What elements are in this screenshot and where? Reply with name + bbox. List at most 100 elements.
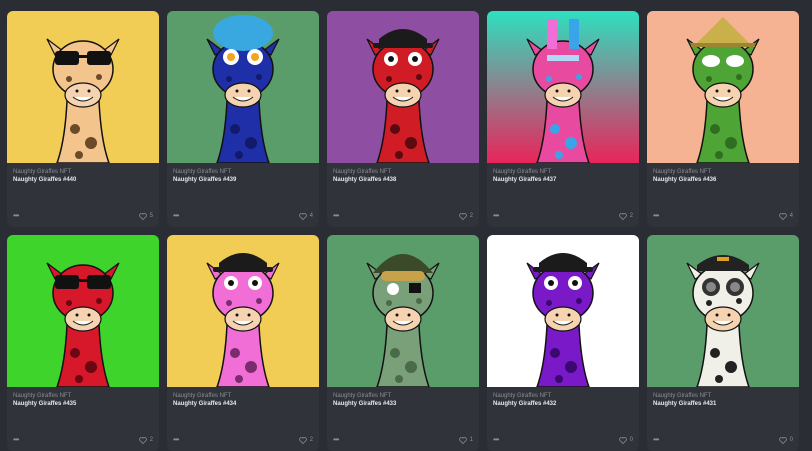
more-options-icon[interactable]: ••• xyxy=(173,212,179,220)
nft-card[interactable]: Naughty Giraffes NFT Naughty Giraffes #4… xyxy=(7,11,159,227)
favorite-button[interactable]: 4 xyxy=(778,212,793,220)
nft-name[interactable]: Naughty Giraffes #433 xyxy=(333,400,473,409)
more-options-icon[interactable]: ••• xyxy=(493,436,499,444)
favorite-count: 2 xyxy=(309,437,313,443)
heart-icon xyxy=(618,436,627,444)
favorite-button[interactable]: 0 xyxy=(618,436,633,444)
nft-image[interactable] xyxy=(327,11,479,163)
nft-meta: Naughty Giraffes NFT Naughty Giraffes #4… xyxy=(487,387,639,414)
card-footer: ••• 2 xyxy=(173,435,313,445)
favorite-count: 5 xyxy=(149,213,153,219)
favorite-button[interactable]: 5 xyxy=(138,212,153,220)
more-options-icon[interactable]: ••• xyxy=(333,436,339,444)
nft-meta: Naughty Giraffes NFT Naughty Giraffes #4… xyxy=(647,163,799,190)
nft-image[interactable] xyxy=(647,11,799,163)
card-footer: ••• 2 xyxy=(333,211,473,221)
more-options-icon[interactable]: ••• xyxy=(653,212,659,220)
nft-image[interactable] xyxy=(7,11,159,163)
heart-icon xyxy=(138,436,147,444)
nft-card[interactable]: Naughty Giraffes NFT Naughty Giraffes #4… xyxy=(647,11,799,227)
heart-icon xyxy=(138,212,147,220)
nft-meta: Naughty Giraffes NFT Naughty Giraffes #4… xyxy=(7,387,159,414)
nft-meta: Naughty Giraffes NFT Naughty Giraffes #4… xyxy=(487,163,639,190)
card-footer: ••• 0 xyxy=(653,435,793,445)
heart-icon xyxy=(298,436,307,444)
nft-meta: Naughty Giraffes NFT Naughty Giraffes #4… xyxy=(647,387,799,414)
collection-name[interactable]: Naughty Giraffes NFT xyxy=(173,392,313,400)
nft-card[interactable]: Naughty Giraffes NFT Naughty Giraffes #4… xyxy=(7,235,159,451)
nft-card[interactable]: Naughty Giraffes NFT Naughty Giraffes #4… xyxy=(487,11,639,227)
nft-card[interactable]: Naughty Giraffes NFT Naughty Giraffes #4… xyxy=(327,11,479,227)
collection-name[interactable]: Naughty Giraffes NFT xyxy=(173,168,313,176)
card-footer: ••• 5 xyxy=(13,211,153,221)
favorite-button[interactable]: 2 xyxy=(618,212,633,220)
nft-image[interactable] xyxy=(647,235,799,387)
nft-card[interactable]: Naughty Giraffes NFT Naughty Giraffes #4… xyxy=(327,235,479,451)
heart-icon xyxy=(618,212,627,220)
heart-icon xyxy=(458,436,467,444)
collection-name[interactable]: Naughty Giraffes NFT xyxy=(493,392,633,400)
nft-name[interactable]: Naughty Giraffes #434 xyxy=(173,400,313,409)
nft-meta: Naughty Giraffes NFT Naughty Giraffes #4… xyxy=(327,387,479,414)
nft-image[interactable] xyxy=(167,235,319,387)
nft-name[interactable]: Naughty Giraffes #439 xyxy=(173,176,313,185)
nft-meta: Naughty Giraffes NFT Naughty Giraffes #4… xyxy=(327,163,479,190)
collection-name[interactable]: Naughty Giraffes NFT xyxy=(13,168,153,176)
nft-image[interactable] xyxy=(327,235,479,387)
favorite-button[interactable]: 2 xyxy=(298,436,313,444)
nft-name[interactable]: Naughty Giraffes #440 xyxy=(13,176,153,185)
more-options-icon[interactable]: ••• xyxy=(333,212,339,220)
card-footer: ••• 4 xyxy=(653,211,793,221)
collection-name[interactable]: Naughty Giraffes NFT xyxy=(653,168,793,176)
collection-name[interactable]: Naughty Giraffes NFT xyxy=(333,392,473,400)
heart-icon xyxy=(458,212,467,220)
card-footer: ••• 2 xyxy=(13,435,153,445)
favorite-button[interactable]: 2 xyxy=(138,436,153,444)
nft-name[interactable]: Naughty Giraffes #432 xyxy=(493,400,633,409)
heart-icon xyxy=(778,212,787,220)
nft-grid: Naughty Giraffes NFT Naughty Giraffes #4… xyxy=(7,11,799,451)
favorite-count: 0 xyxy=(789,437,793,443)
nft-card[interactable]: Naughty Giraffes NFT Naughty Giraffes #4… xyxy=(487,235,639,451)
card-footer: ••• 4 xyxy=(173,211,313,221)
more-options-icon[interactable]: ••• xyxy=(173,436,179,444)
favorite-count: 4 xyxy=(309,213,313,219)
card-footer: ••• 0 xyxy=(493,435,633,445)
nft-meta: Naughty Giraffes NFT Naughty Giraffes #4… xyxy=(7,163,159,190)
collection-name[interactable]: Naughty Giraffes NFT xyxy=(653,392,793,400)
favorite-button[interactable]: 4 xyxy=(298,212,313,220)
favorite-count: 2 xyxy=(629,213,633,219)
collection-name[interactable]: Naughty Giraffes NFT xyxy=(493,168,633,176)
favorite-count: 2 xyxy=(149,437,153,443)
collection-name[interactable]: Naughty Giraffes NFT xyxy=(333,168,473,176)
nft-card[interactable]: Naughty Giraffes NFT Naughty Giraffes #4… xyxy=(167,235,319,451)
favorite-button[interactable]: 2 xyxy=(458,212,473,220)
nft-name[interactable]: Naughty Giraffes #437 xyxy=(493,176,633,185)
favorite-count: 0 xyxy=(629,437,633,443)
nft-name[interactable]: Naughty Giraffes #438 xyxy=(333,176,473,185)
favorite-count: 4 xyxy=(789,213,793,219)
nft-image[interactable] xyxy=(167,11,319,163)
more-options-icon[interactable]: ••• xyxy=(653,436,659,444)
card-footer: ••• 1 xyxy=(333,435,473,445)
more-options-icon[interactable]: ••• xyxy=(13,436,19,444)
favorite-count: 2 xyxy=(469,213,473,219)
nft-card[interactable]: Naughty Giraffes NFT Naughty Giraffes #4… xyxy=(647,235,799,451)
collection-name[interactable]: Naughty Giraffes NFT xyxy=(13,392,153,400)
nft-meta: Naughty Giraffes NFT Naughty Giraffes #4… xyxy=(167,163,319,190)
favorite-button[interactable]: 0 xyxy=(778,436,793,444)
card-footer: ••• 2 xyxy=(493,211,633,221)
nft-image[interactable] xyxy=(487,235,639,387)
more-options-icon[interactable]: ••• xyxy=(493,212,499,220)
heart-icon xyxy=(778,436,787,444)
heart-icon xyxy=(298,212,307,220)
more-options-icon[interactable]: ••• xyxy=(13,212,19,220)
nft-name[interactable]: Naughty Giraffes #431 xyxy=(653,400,793,409)
nft-card[interactable]: Naughty Giraffes NFT Naughty Giraffes #4… xyxy=(167,11,319,227)
nft-meta: Naughty Giraffes NFT Naughty Giraffes #4… xyxy=(167,387,319,414)
nft-name[interactable]: Naughty Giraffes #435 xyxy=(13,400,153,409)
favorite-button[interactable]: 1 xyxy=(458,436,473,444)
nft-name[interactable]: Naughty Giraffes #436 xyxy=(653,176,793,185)
nft-image[interactable] xyxy=(7,235,159,387)
nft-image[interactable] xyxy=(487,11,639,163)
